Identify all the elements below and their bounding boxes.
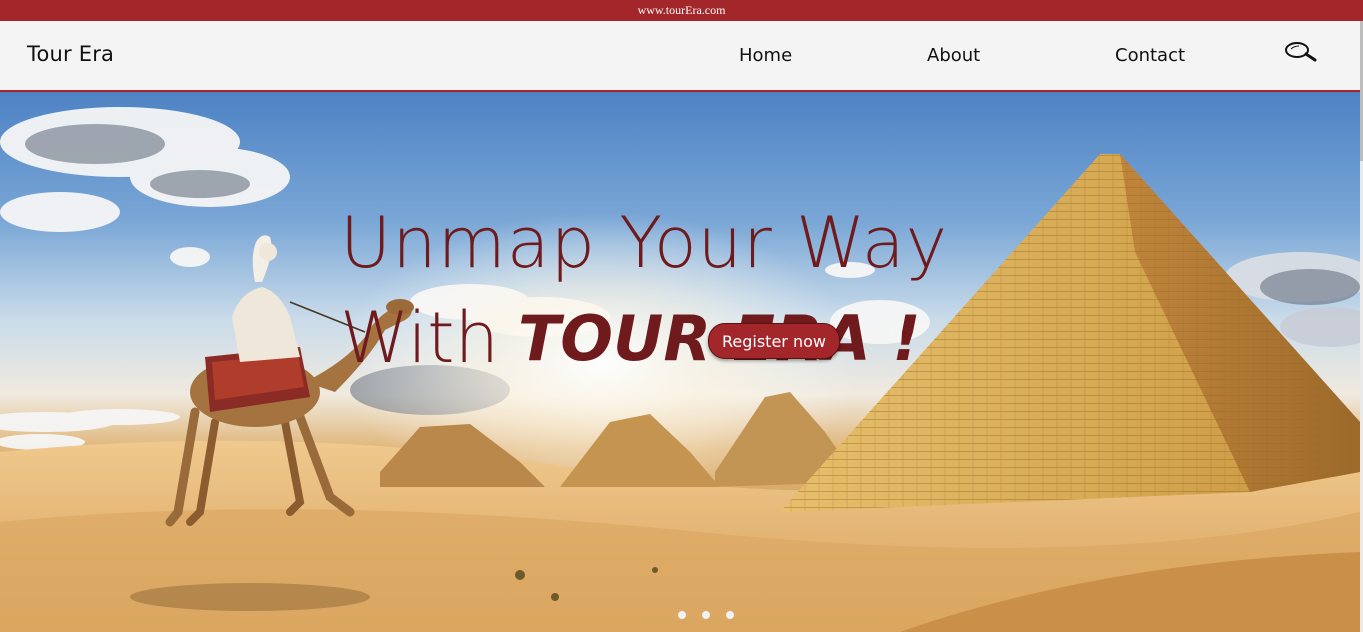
carousel-dot-2[interactable] xyxy=(702,611,710,619)
site-url-text: www.tourEra.com xyxy=(637,3,726,17)
carousel-dot-1[interactable] xyxy=(678,611,686,619)
nav-contact-link[interactable]: Contact xyxy=(1115,45,1185,66)
top-url-bar: www.tourEra.com xyxy=(0,0,1363,21)
navbar: Tour Era Home About Contact xyxy=(0,21,1360,92)
hero-banner: Unmap Your Way With TOUR ERA ! xyxy=(0,92,1360,632)
hero-headline-line1: Unmap Your Way xyxy=(340,202,949,284)
nav-about-link[interactable]: About xyxy=(927,45,980,66)
nav-home-link[interactable]: Home xyxy=(739,45,792,66)
carousel-dot-3[interactable] xyxy=(726,611,734,619)
register-now-button[interactable]: Register now xyxy=(708,323,840,359)
hero-headline-line2-prefix: With xyxy=(340,297,499,379)
brand-logo-text[interactable]: Tour Era xyxy=(27,42,114,66)
search-icon[interactable] xyxy=(1282,40,1318,66)
carousel-dots xyxy=(678,611,734,619)
